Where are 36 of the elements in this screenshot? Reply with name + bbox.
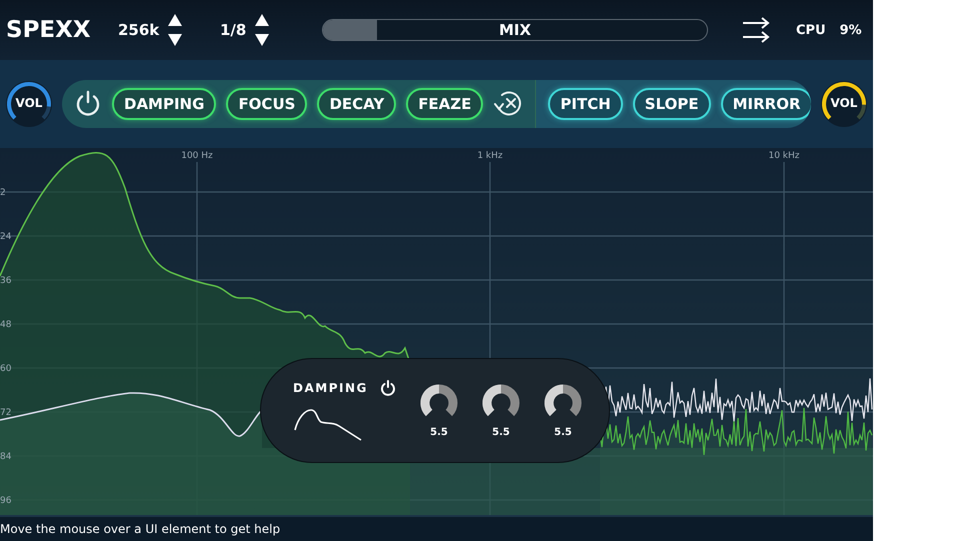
module-button[interactable]: DAMPING xyxy=(112,88,216,120)
up-down-arrows-icon[interactable] xyxy=(167,13,184,47)
level-label: 84 xyxy=(0,452,12,462)
frequency-label: 100 Hz xyxy=(181,151,213,161)
frequency-label: 1 kHz xyxy=(477,151,503,161)
cpu-label: CPU xyxy=(796,22,826,38)
knob-value: 5.5 xyxy=(430,427,448,438)
two-arrows-icon[interactable] xyxy=(742,17,770,43)
module-button[interactable]: FOCUS xyxy=(226,88,308,120)
overlap-value: 1/8 xyxy=(220,21,246,39)
volume-knob[interactable]: VOL xyxy=(821,81,867,127)
level-label: 2 xyxy=(0,188,6,198)
power-icon[interactable] xyxy=(380,380,396,396)
module-button[interactable]: FEAZE xyxy=(406,88,484,120)
help-text: Move the mouse over a UI element to get help xyxy=(0,522,280,536)
module-button[interactable]: MIRROR xyxy=(720,88,811,120)
mix-slider[interactable]: MIX xyxy=(322,19,708,41)
knob-value: 5.5 xyxy=(492,427,510,438)
level-label: 48 xyxy=(0,320,12,330)
level-label: 72 xyxy=(0,408,12,418)
frequency-label: 10 kHz xyxy=(768,151,800,161)
app-title: SPEXX xyxy=(6,17,92,43)
volume-knob[interactable]: VOL xyxy=(6,81,52,127)
module-button[interactable]: DECAY xyxy=(317,88,396,120)
resolution-value: 256k xyxy=(118,21,160,39)
knob-value: 5.5 xyxy=(554,427,572,438)
level-label: 96 xyxy=(0,496,12,506)
power-icon[interactable] xyxy=(74,90,102,118)
level-label: 24 xyxy=(0,232,12,242)
module-button[interactable]: PITCH xyxy=(548,88,623,120)
level-label: 36 xyxy=(0,276,12,286)
level-label: 60 xyxy=(0,364,12,374)
popover-title: DAMPING xyxy=(293,380,368,394)
cpu-value: 9% xyxy=(840,22,862,38)
module-button[interactable]: SLOPE xyxy=(632,88,711,120)
up-down-arrows-icon[interactable] xyxy=(254,13,270,47)
